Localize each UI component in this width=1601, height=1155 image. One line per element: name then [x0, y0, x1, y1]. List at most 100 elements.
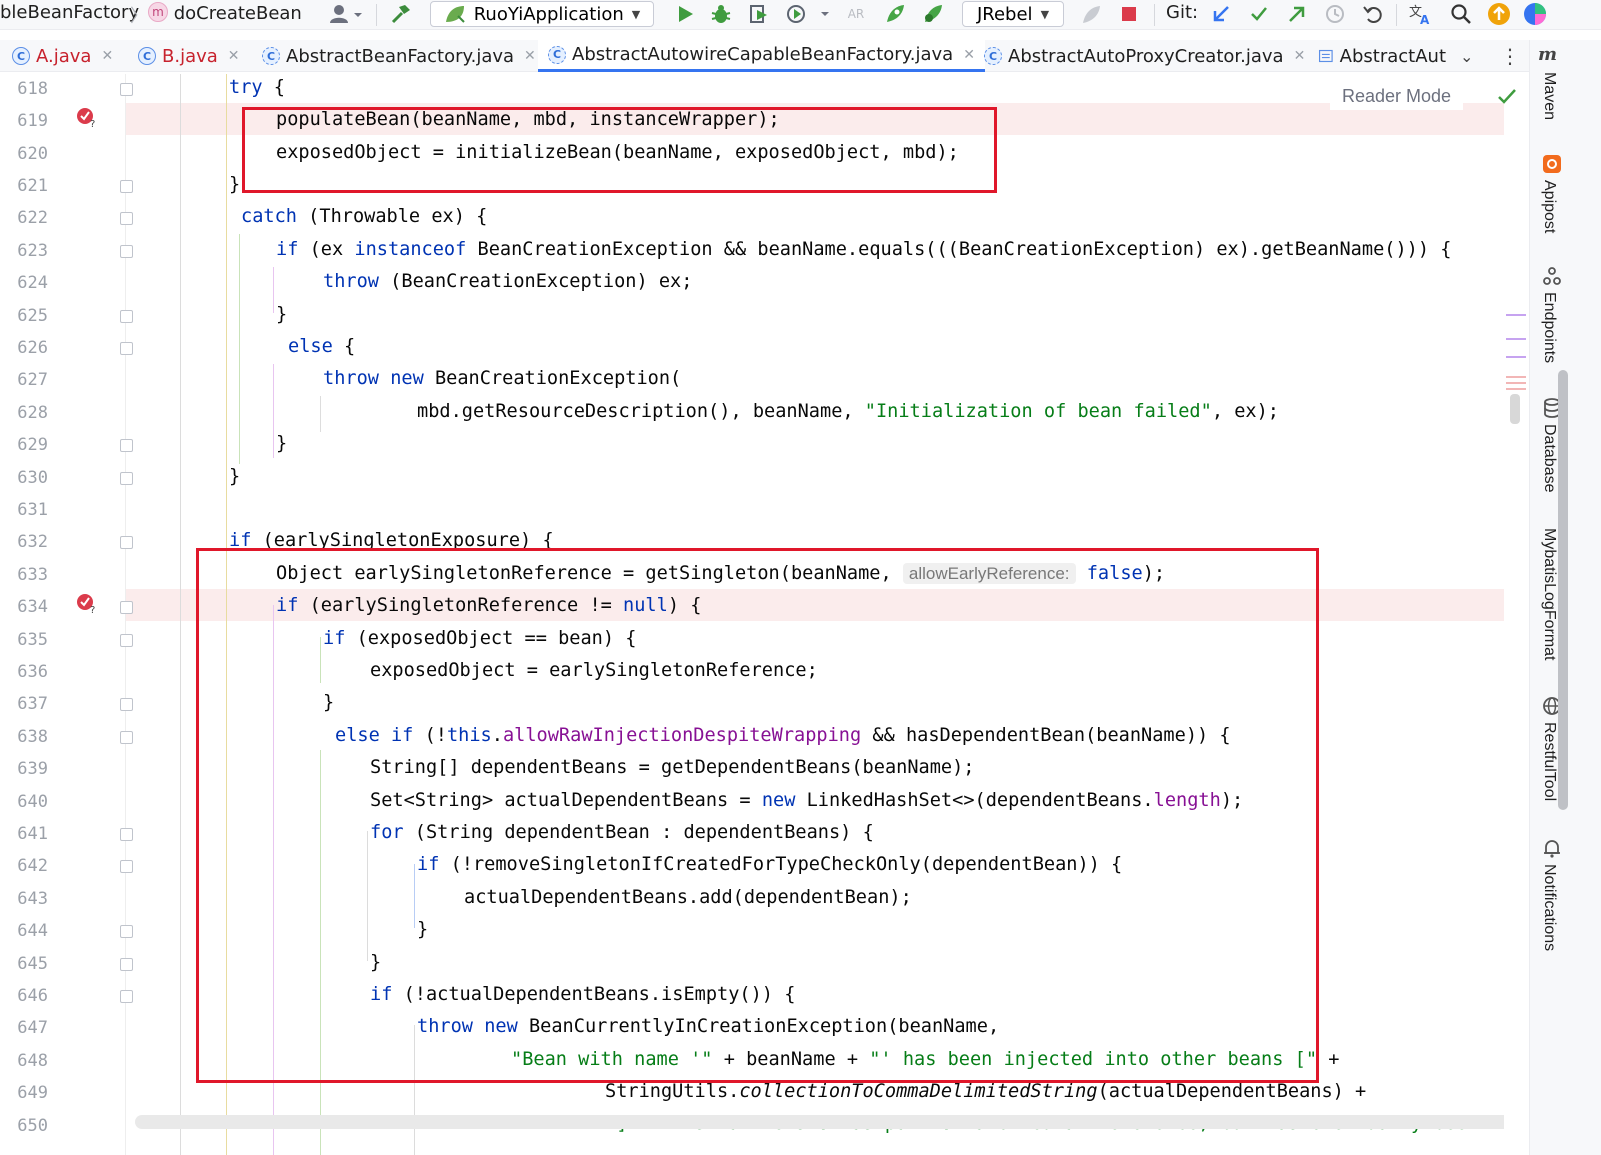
fold-marker-icon[interactable]	[120, 828, 133, 841]
tab-abstract-auto-proxy-creator[interactable]: C AbstractAutoProxyCreator.java ✕	[984, 40, 1305, 72]
code-line-623: if (ex instanceof BeanCreationException …	[276, 239, 1451, 260]
stripe-marker[interactable]	[1506, 382, 1526, 384]
code-token: (Throwable ex) {	[296, 206, 488, 227]
fold-marker-icon[interactable]	[120, 342, 133, 355]
close-icon[interactable]: ✕	[524, 48, 536, 64]
profiler-button[interactable]	[782, 1, 832, 27]
fold-marker-icon[interactable]	[120, 536, 133, 549]
user-dropdown-button[interactable]	[326, 1, 366, 27]
code-line-621: }	[229, 174, 241, 195]
code-token: BeanCreationException && beanName.equals…	[466, 239, 1452, 260]
stripe-marker[interactable]	[1506, 338, 1526, 340]
tab-abstract-autowire-capable-bean-factory[interactable]: C AbstractAutowireCapableBeanFactory.jav…	[538, 40, 985, 72]
tab-a-java[interactable]: C A.java ✕	[12, 40, 113, 72]
tool-window-database[interactable]: Database	[1540, 424, 1558, 493]
code-editor[interactable]: 618 619 620 621 622 623 624 625 626 627 …	[0, 74, 1529, 1155]
fold-marker-icon[interactable]	[120, 83, 133, 96]
fold-marker-icon[interactable]	[120, 958, 133, 971]
vertical-scrollbar[interactable]	[1558, 370, 1568, 810]
horizontal-scrollbar[interactable]	[135, 1115, 1525, 1129]
stripe-marker[interactable]	[1506, 376, 1526, 378]
fold-marker-icon[interactable]	[120, 990, 133, 1003]
fold-marker-icon[interactable]	[120, 731, 133, 744]
fold-marker-icon[interactable]	[120, 601, 133, 614]
code-token: instanceof	[354, 239, 467, 260]
jrebel-run-button[interactable]	[880, 1, 910, 27]
fold-marker-icon[interactable]	[120, 925, 133, 938]
bell-icon[interactable]	[1542, 838, 1562, 858]
fold-marker-icon[interactable]	[120, 310, 133, 323]
tool-window-maven[interactable]: Maven	[1540, 72, 1558, 120]
jrebel-select[interactable]: JRebel ▼	[962, 1, 1064, 27]
stop-button[interactable]	[1114, 1, 1144, 27]
run-with-coverage-button[interactable]	[744, 1, 774, 27]
endpoints-icon[interactable]	[1542, 266, 1562, 286]
reader-mode-button[interactable]: Reader Mode	[1330, 82, 1464, 110]
code-token: BeanCreationException(	[423, 368, 682, 389]
apipost-icon[interactable]	[1542, 154, 1562, 174]
editor-scroll-thumb[interactable]	[1510, 394, 1520, 424]
maven-icon[interactable]: m	[1538, 44, 1557, 65]
line-number: 624	[17, 273, 48, 293]
tab-abstract-aut[interactable]: AbstractAut	[1318, 40, 1446, 72]
fold-marker-icon[interactable]	[120, 860, 133, 873]
tab-b-java[interactable]: C B.java ✕	[138, 40, 240, 72]
close-icon[interactable]: ✕	[1294, 48, 1306, 64]
chevron-down-icon: ⌄	[1460, 46, 1474, 66]
tab-options-button[interactable]: ⋮	[1500, 40, 1520, 72]
stripe-marker[interactable]	[1506, 314, 1526, 316]
tab-label: A.java	[36, 45, 92, 67]
git-rollback-button[interactable]	[1358, 1, 1388, 27]
rerun-disabled-button[interactable]	[1076, 1, 1106, 27]
tool-window-apipost[interactable]: Apipost	[1540, 180, 1558, 233]
abstract-class-icon: C	[984, 47, 1002, 65]
code-line-624: throw (BeanCreationException) ex;	[323, 271, 692, 292]
search-everywhere-button[interactable]	[1446, 1, 1476, 27]
breadcrumb-method[interactable]: m doCreateBean	[148, 2, 302, 24]
tool-window-mybatis-log-format[interactable]: MybatisLogFormat	[1540, 528, 1558, 661]
fold-marker-icon[interactable]	[120, 245, 133, 258]
line-number: 641	[17, 824, 48, 844]
translate-button[interactable]: 文A	[1404, 1, 1438, 27]
close-icon[interactable]: ✕	[101, 48, 113, 64]
line-number: 648	[17, 1051, 48, 1071]
code-token: {	[332, 336, 356, 357]
fold-marker-icon[interactable]	[120, 439, 133, 452]
coverage-icon	[750, 5, 767, 23]
run-configuration-select[interactable]: RuoYiApplication ▼	[430, 1, 654, 27]
abstract-class-icon: C	[262, 47, 280, 65]
line-number: 646	[17, 986, 48, 1006]
git-history-button[interactable]	[1320, 1, 1350, 27]
run-button[interactable]	[670, 1, 700, 27]
git-push-button[interactable]	[1282, 1, 1312, 27]
tool-window-restful-tool[interactable]: RestfulTool	[1540, 722, 1558, 801]
git-commit-button[interactable]	[1244, 1, 1274, 27]
debug-button[interactable]	[706, 1, 736, 27]
fold-marker-icon[interactable]	[120, 212, 133, 225]
fold-marker-icon[interactable]	[120, 634, 133, 647]
breadcrumb-class[interactable]: bleBeanFactory	[0, 2, 139, 23]
stripe-marker[interactable]	[1506, 388, 1526, 390]
tab-abstract-bean-factory[interactable]: C AbstractBeanFactory.java ✕	[262, 40, 536, 72]
attach-debugger-icon[interactable]: AR	[844, 1, 868, 27]
fold-marker-icon[interactable]	[120, 472, 133, 485]
close-icon[interactable]: ✕	[228, 48, 240, 64]
tool-window-endpoints[interactable]: Endpoints	[1540, 292, 1558, 363]
tool-window-notifications[interactable]: Notifications	[1540, 864, 1558, 951]
breakpoint-icon[interactable]: ?	[76, 592, 98, 614]
stripe-marker[interactable]	[1506, 356, 1526, 358]
more-tabs-button[interactable]: ⌄	[1460, 40, 1473, 72]
fold-marker-icon[interactable]	[120, 180, 133, 193]
error-stripe[interactable]	[1504, 74, 1529, 1155]
git-update-button[interactable]	[1206, 1, 1236, 27]
build-button[interactable]	[386, 1, 416, 27]
breakpoint-icon[interactable]: ?	[76, 106, 98, 128]
ide-services-button[interactable]	[1520, 1, 1550, 27]
no-problems-check-icon[interactable]	[1495, 84, 1519, 108]
fold-marker-icon[interactable]	[120, 698, 133, 711]
updates-button[interactable]	[1484, 1, 1514, 27]
line-number: 620	[17, 144, 48, 164]
close-icon[interactable]: ✕	[963, 47, 975, 63]
line-number: 635	[17, 630, 48, 650]
jrebel-debug-button[interactable]	[918, 1, 948, 27]
